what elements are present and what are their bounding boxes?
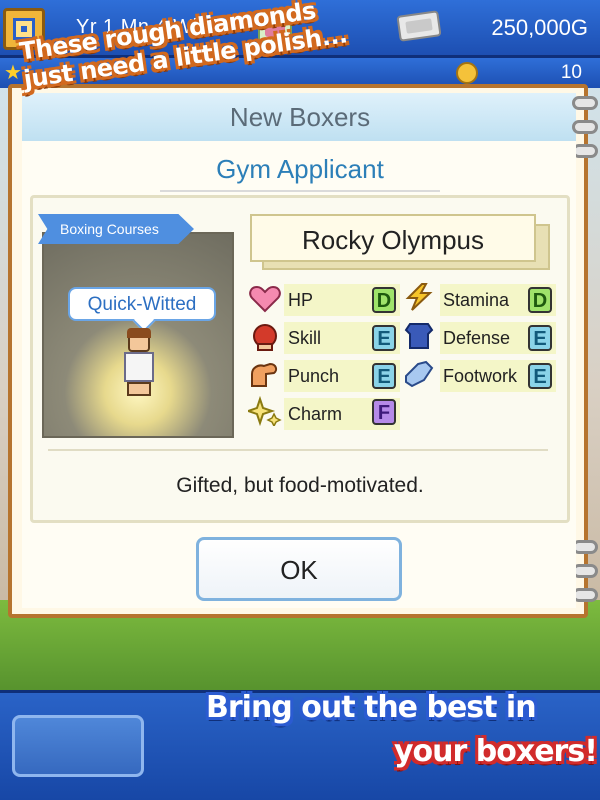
shoe-icon <box>405 360 434 388</box>
binder-ring-icon <box>572 96 598 110</box>
boxing-glove-icon <box>253 324 277 351</box>
boxer-sprite <box>118 328 158 398</box>
flexed-arm-icon <box>251 362 278 387</box>
heart-icon <box>249 285 281 313</box>
course-tag: Boxing Courses <box>38 214 194 244</box>
boxer-description: Gifted, but food-motivated. <box>176 474 424 497</box>
boxer-name: Rocky Olympus <box>250 214 536 262</box>
stat-label-hp: HP <box>288 290 314 310</box>
grade-footwork: E <box>528 363 552 389</box>
grade-stamina: D <box>528 287 552 313</box>
star-icon: ★ <box>4 62 22 84</box>
armor-icon <box>404 323 434 349</box>
divider <box>160 190 440 192</box>
stat-label-punch: Punch <box>288 366 340 386</box>
points-display: 10 <box>560 62 582 83</box>
binder-ring-icon <box>572 120 598 134</box>
stat-label-footwork: Footwork <box>443 366 518 386</box>
trait-bubble: Quick-Witted <box>68 287 216 321</box>
grade-hp: D <box>372 287 396 313</box>
sparkle-icon <box>248 396 282 426</box>
grade-punch: E <box>372 363 396 389</box>
grade-skill: E <box>372 325 396 351</box>
money-icon <box>396 10 442 42</box>
promo-bottom-line-1: Bring out the best in <box>206 690 537 725</box>
lightning-icon <box>405 283 433 311</box>
stat-label-skill: Skill <box>288 328 322 348</box>
grade-charm: F <box>372 399 396 425</box>
coin-icon <box>456 62 478 84</box>
dialog-subtitle: Gym Applicant <box>216 154 384 184</box>
stat-label-defense: Defense <box>443 328 511 348</box>
bottom-menu-button[interactable] <box>12 715 144 777</box>
stat-label-stamina: Stamina <box>443 290 510 310</box>
description-divider <box>48 449 548 451</box>
promo-bottom-line-2: your boxers! <box>394 734 598 769</box>
ok-button[interactable]: OK <box>196 537 402 601</box>
money-display: 250,000G <box>491 15 588 40</box>
stat-label-charm: Charm <box>288 404 343 424</box>
grade-defense: E <box>528 325 552 351</box>
